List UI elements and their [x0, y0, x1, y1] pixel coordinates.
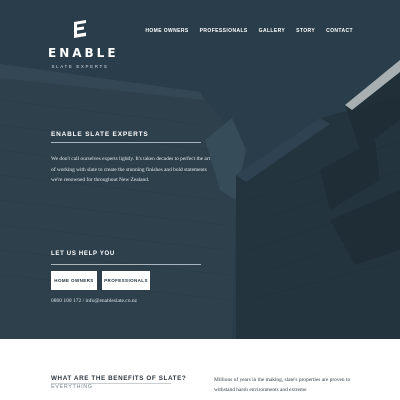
- hero-title: ENABLE SLATE EXPERTS: [51, 131, 149, 138]
- brand-logo[interactable]: ENABLE SLATE EXPERTS: [48, 20, 119, 69]
- home-owners-button[interactable]: HOME OWNERS: [51, 271, 97, 290]
- benefits-subtitle: EVERYTHING: [51, 384, 93, 390]
- main-nav: HOME OWNERS PROFESSIONALS GALLERY STORY …: [145, 28, 353, 34]
- nav-professionals[interactable]: PROFESSIONALS: [200, 28, 248, 34]
- nav-contact[interactable]: CONTACT: [326, 28, 353, 34]
- logo-e-icon: [74, 20, 86, 38]
- nav-gallery[interactable]: GALLERY: [259, 28, 286, 34]
- contact-info[interactable]: 0800 100 172 / info@enableslate.co.nz: [51, 298, 137, 304]
- benefits-description: Millions of years in the making, slate's…: [214, 377, 351, 393]
- nav-story[interactable]: STORY: [296, 28, 315, 34]
- brand-name: ENABLE: [48, 46, 119, 60]
- benefits-title: WHAT ARE THE BENEFITS OF SLATE?: [51, 375, 187, 382]
- brand-tagline: SLATE EXPERTS: [51, 64, 109, 69]
- nav-home-owners[interactable]: HOME OWNERS: [145, 28, 188, 34]
- hero-section: ENABLE SLATE EXPERTS HOME OWNERS PROFESS…: [0, 0, 400, 339]
- help-divider: [51, 264, 201, 265]
- hero-divider: [51, 142, 201, 143]
- professionals-button[interactable]: PROFESSIONALS: [102, 271, 150, 290]
- help-title: LET US HELP YOU: [51, 251, 115, 257]
- hero-description: We don't call ourselves experts lightly.…: [51, 156, 211, 183]
